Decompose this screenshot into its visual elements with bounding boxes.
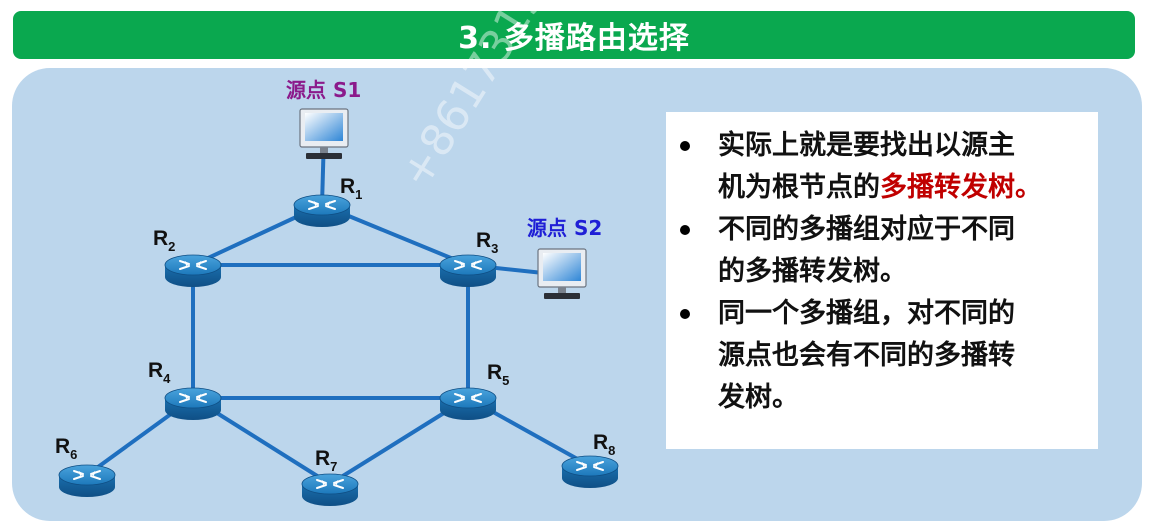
bullet-dot bbox=[680, 225, 690, 235]
router-label-r2: R2 bbox=[153, 227, 176, 254]
computer-icon-s1 bbox=[299, 108, 349, 159]
router-icon-r4 bbox=[164, 387, 222, 420]
bullet-text: 源点也会有不同的多播转 bbox=[718, 340, 1015, 371]
router-label-r5: R5 bbox=[487, 361, 510, 388]
bullet-2-line-2: 的多播转发树。 bbox=[718, 258, 907, 285]
router-label-r8: R8 bbox=[593, 431, 616, 458]
bullet-text: 实际上就是要找出以源主 bbox=[718, 130, 1015, 161]
bullet-1-line-2: 机为根节点的多播转发树。 bbox=[718, 174, 1042, 201]
router-icon-r7 bbox=[301, 473, 359, 506]
bullet-3-line-2: 源点也会有不同的多播转 bbox=[718, 342, 1015, 369]
bullet-1-line-1: 实际上就是要找出以源主 bbox=[718, 132, 1015, 159]
router-icon-r5 bbox=[439, 387, 497, 420]
router-label-r3: R3 bbox=[476, 229, 499, 256]
bullet-text: 的多播转发树。 bbox=[718, 256, 907, 287]
bullet-text: 机为根节点的 bbox=[718, 172, 880, 203]
router-icon-r6 bbox=[58, 464, 116, 497]
bullet-text: 同一个多播组，对不同的 bbox=[718, 298, 1015, 329]
bullet-dot bbox=[680, 309, 690, 319]
bullet-3-line-3: 发树。 bbox=[718, 384, 799, 411]
links-layer bbox=[85, 134, 591, 486]
computer-icon-s2 bbox=[537, 248, 587, 299]
router-label-r7: R7 bbox=[315, 447, 338, 474]
source-label-s2: 源点 S2 bbox=[527, 216, 603, 240]
router-label-r6: R6 bbox=[55, 435, 78, 462]
highlight-text: 多播转发树。 bbox=[880, 172, 1042, 203]
router-label-r1: R1 bbox=[340, 175, 363, 202]
router-label-r4: R4 bbox=[148, 359, 171, 386]
router-icon-r3 bbox=[439, 254, 497, 287]
source-label-s1: 源点 S1 bbox=[286, 78, 362, 102]
bullet-dot bbox=[680, 141, 690, 151]
router-icon-r2 bbox=[164, 254, 222, 287]
bullet-2-line-1: 不同的多播组对应于不同 bbox=[718, 216, 1015, 243]
bullet-3-line-1: 同一个多播组，对不同的 bbox=[718, 300, 1015, 327]
bullet-text: 发树。 bbox=[718, 382, 799, 413]
nodes-layer bbox=[58, 108, 619, 506]
router-icon-r8 bbox=[561, 455, 619, 488]
text-box: 实际上就是要找出以源主 机为根节点的多播转发树。 不同的多播组对应于不同 的多播转发树… bbox=[666, 112, 1098, 449]
bullet-text: 不同的多播组对应于不同 bbox=[718, 214, 1015, 245]
